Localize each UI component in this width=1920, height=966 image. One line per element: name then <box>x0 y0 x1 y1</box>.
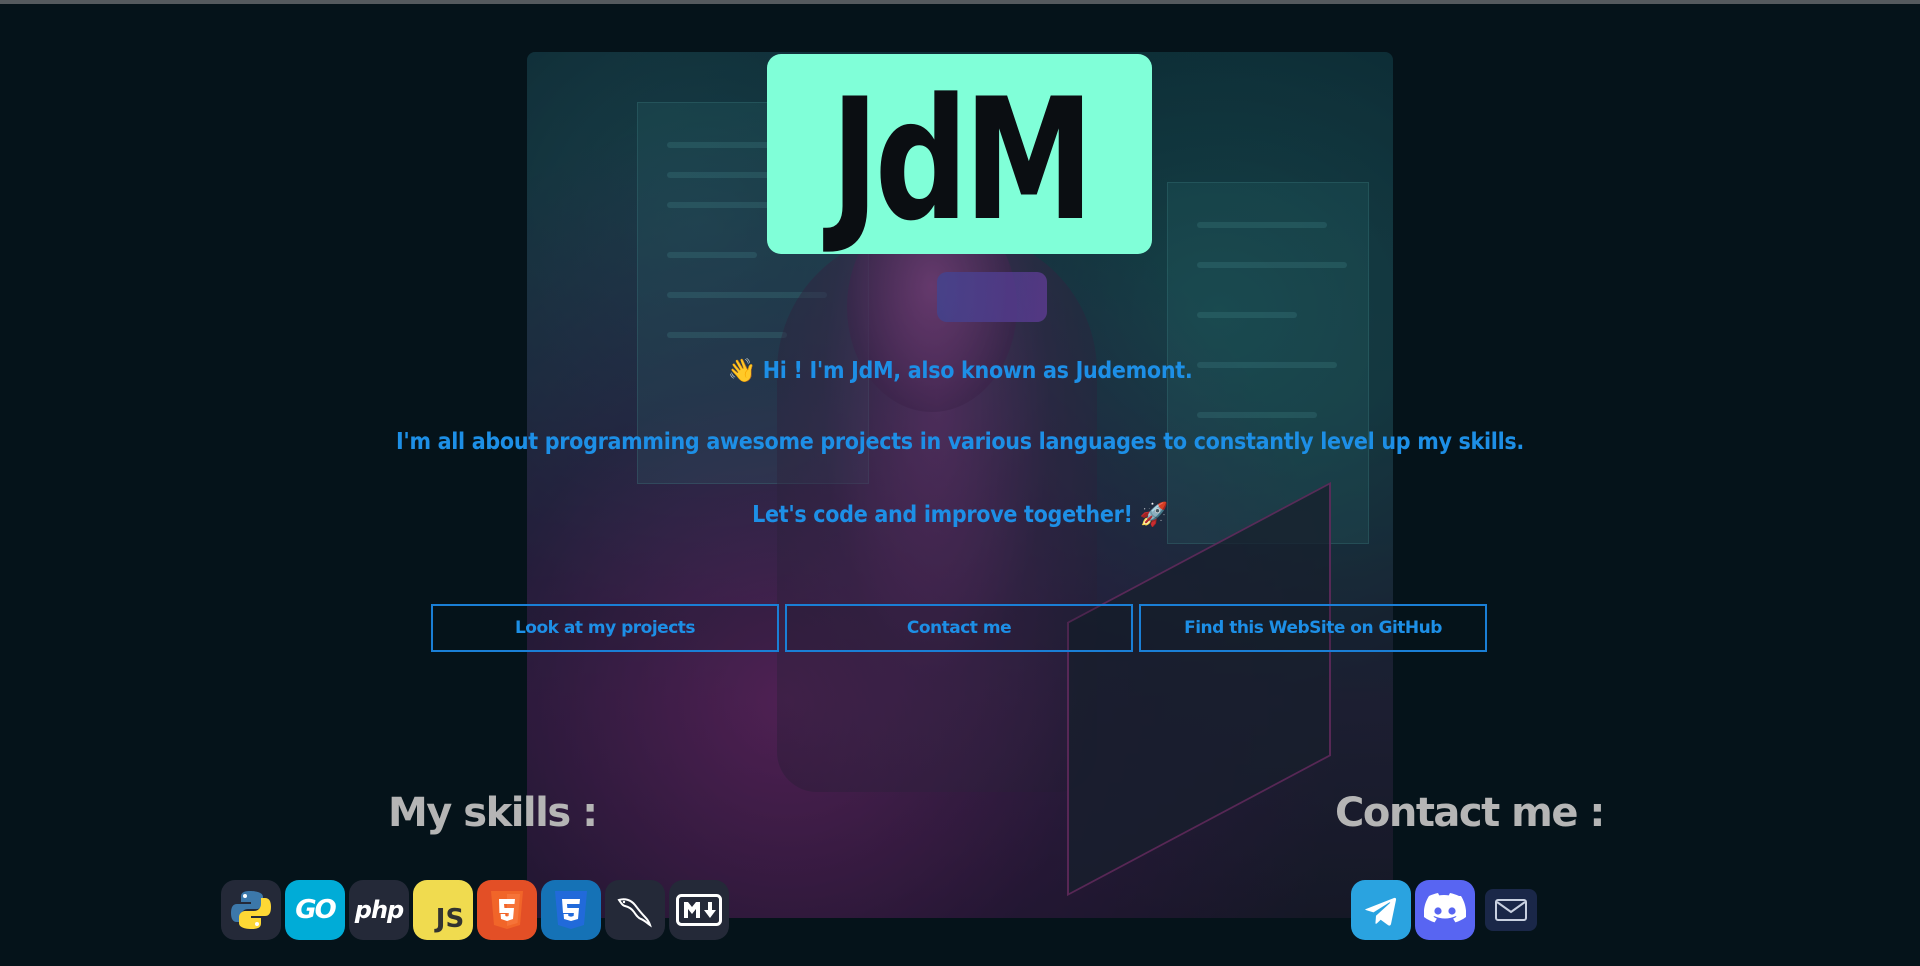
contact-heading: Contact me : <box>1335 790 1605 836</box>
logo-text: JdM <box>830 62 1094 258</box>
intro-greeting: 👋 Hi ! I'm JdM, also known as Judemont. <box>727 358 1193 384</box>
php-icon: php <box>349 880 409 940</box>
discord-icon[interactable] <box>1415 880 1475 940</box>
projects-button[interactable]: Look at my projects <box>431 604 779 652</box>
top-border <box>0 0 1920 4</box>
python-icon <box>221 880 281 940</box>
contact-button[interactable]: Contact me <box>785 604 1133 652</box>
php-label: php <box>354 896 404 924</box>
go-icon: GO <box>285 880 345 940</box>
markdown-icon <box>669 880 729 940</box>
intro-description: I'm all about programming awesome projec… <box>396 429 1524 455</box>
javascript-icon: JS <box>413 880 473 940</box>
js-label: JS <box>435 904 465 934</box>
skills-icon-row: GO php JS <box>221 880 729 940</box>
logo: JdM <box>767 54 1152 254</box>
github-button[interactable]: Find this WebSite on GitHub <box>1139 604 1487 652</box>
contact-icon-row <box>1351 880 1537 940</box>
telegram-icon[interactable] <box>1351 880 1411 940</box>
html5-icon <box>477 880 537 940</box>
go-label: GO <box>295 895 336 925</box>
css3-icon <box>541 880 601 940</box>
page: JdM 👋 Hi ! I'm JdM, also known as Judemo… <box>0 0 1920 966</box>
intro-call-to-action: Let's code and improve together! 🚀 <box>752 502 1168 528</box>
skills-heading: My skills : <box>388 790 598 836</box>
mail-icon[interactable] <box>1485 889 1537 931</box>
mysql-icon <box>605 880 665 940</box>
